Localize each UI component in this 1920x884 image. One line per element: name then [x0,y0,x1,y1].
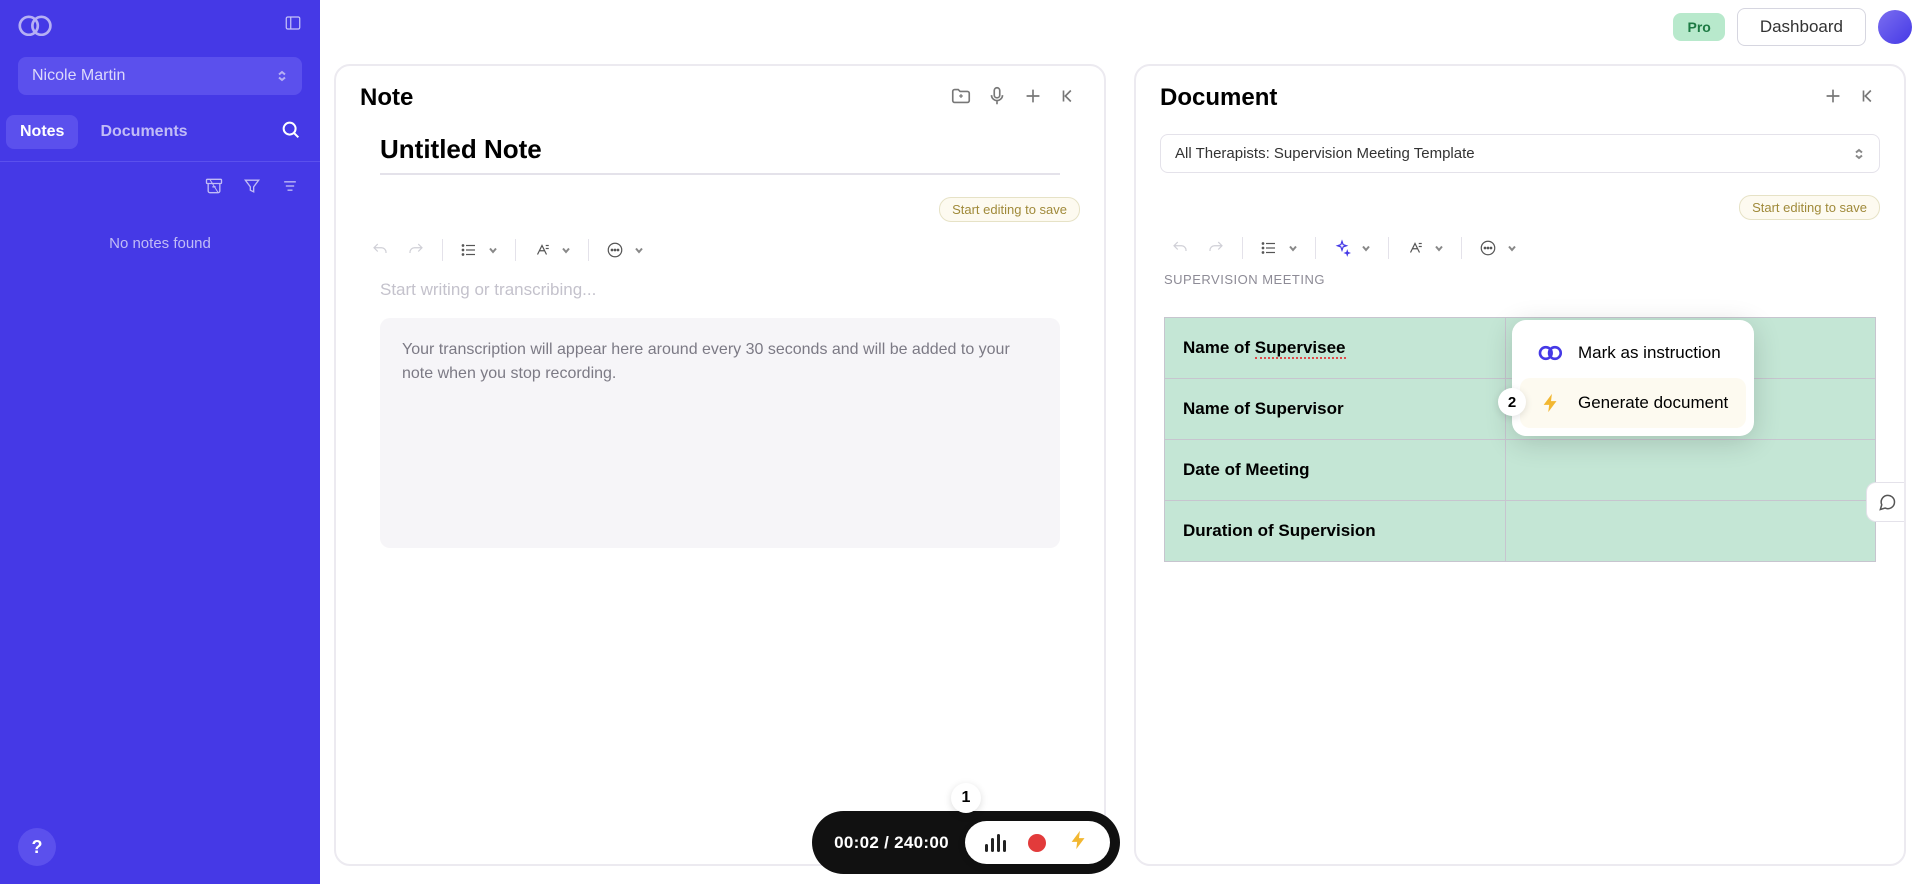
plus-icon[interactable] [1822,85,1844,112]
save-hint: Start editing to save [939,197,1080,222]
document-panel-title: Document [1160,84,1808,112]
plus-icon[interactable] [1022,85,1044,112]
chevron-updown-icon [1853,148,1865,160]
search-icon[interactable] [280,119,302,146]
table-row: Date of Meeting [1165,440,1876,501]
recorder-time: 00:02 / 240:00 [834,833,949,853]
document-toolbar [1136,220,1904,272]
note-toolbar [336,222,1104,274]
pro-badge: Pro [1673,13,1724,41]
more-icon[interactable] [1472,232,1504,264]
recorder-wrap: 1 00:02 / 240:00 [654,811,1278,874]
save-hint: Start editing to save [1739,195,1880,220]
dashboard-button[interactable]: Dashboard [1737,8,1866,46]
template-select[interactable]: All Therapists: Supervision Meeting Temp… [1160,134,1880,173]
chevron-down-icon[interactable] [1433,242,1445,254]
list-icon[interactable] [1253,232,1285,264]
chevron-updown-icon [276,70,288,82]
sort-icon[interactable] [280,176,300,201]
section-label: SUPERVISION MEETING [1136,272,1904,287]
app-logo [18,15,54,37]
main-area: Pro Dashboard Note Untitled Note Start e… [320,0,1920,884]
patient-select[interactable]: Nicole Martin [18,57,302,95]
transcription-box: Your transcription will appear here arou… [380,318,1060,548]
tab-notes[interactable]: Notes [6,115,78,149]
tab-documents[interactable]: Documents [86,115,201,149]
list-icon[interactable] [453,234,485,266]
note-panel-title: Note [360,84,936,112]
redo-icon[interactable] [400,234,432,266]
help-button[interactable]: ? [18,828,56,866]
recorder-pill: 1 00:02 / 240:00 [812,811,1120,874]
text-style-icon[interactable] [526,234,558,266]
waveform-icon [985,834,1006,852]
undo-icon[interactable] [1164,232,1196,264]
chevron-down-icon[interactable] [487,244,499,256]
filter-icon[interactable] [242,176,262,201]
chevron-down-icon[interactable] [1360,242,1372,254]
sidebar: Nicole Martin Notes Documents No notes f… [0,0,320,884]
comment-button[interactable] [1866,482,1906,522]
step-badge-2: 2 [1498,388,1526,416]
topbar: Pro Dashboard [1673,8,1912,46]
more-icon[interactable] [599,234,631,266]
redo-icon[interactable] [1200,232,1232,264]
mic-icon[interactable] [986,85,1008,112]
note-panel: Note Untitled Note Start editing to save… [334,64,1106,866]
text-style-icon[interactable] [1399,232,1431,264]
step-badge-1: 1 [951,783,981,813]
chevron-down-icon[interactable] [1506,242,1518,254]
open-folder-icon[interactable] [950,85,972,112]
ai-popup-menu: 2 Mark as instruction Generate document [1512,320,1754,436]
record-button[interactable] [1028,834,1046,852]
generate-document-item[interactable]: Generate document [1520,378,1746,428]
undo-icon[interactable] [364,234,396,266]
app-logo-small-icon [1538,340,1564,366]
ai-sparkle-icon[interactable] [1326,232,1358,264]
chevron-down-icon[interactable] [633,244,645,256]
collapse-sidebar-icon[interactable] [284,14,302,37]
chevron-down-icon[interactable] [1287,242,1299,254]
table-row: Duration of Supervision [1165,501,1876,562]
collapse-panel-icon[interactable] [1858,85,1880,112]
mark-as-instruction-item[interactable]: Mark as instruction [1520,328,1746,378]
empty-state: No notes found [0,235,320,252]
collapse-panel-icon[interactable] [1058,85,1080,112]
document-panel: Document All Therapists: Supervision Mee… [1134,64,1906,866]
chevron-down-icon[interactable] [560,244,572,256]
note-title-input[interactable]: Untitled Note [380,134,1060,175]
bolt-icon [1538,390,1564,416]
editor-placeholder[interactable]: Start writing or transcribing... [380,280,1060,300]
avatar[interactable] [1878,10,1912,44]
bolt-icon[interactable] [1068,829,1090,856]
template-name: All Therapists: Supervision Meeting Temp… [1175,145,1475,162]
archive-icon[interactable] [204,176,224,201]
patient-name: Nicole Martin [32,67,125,85]
